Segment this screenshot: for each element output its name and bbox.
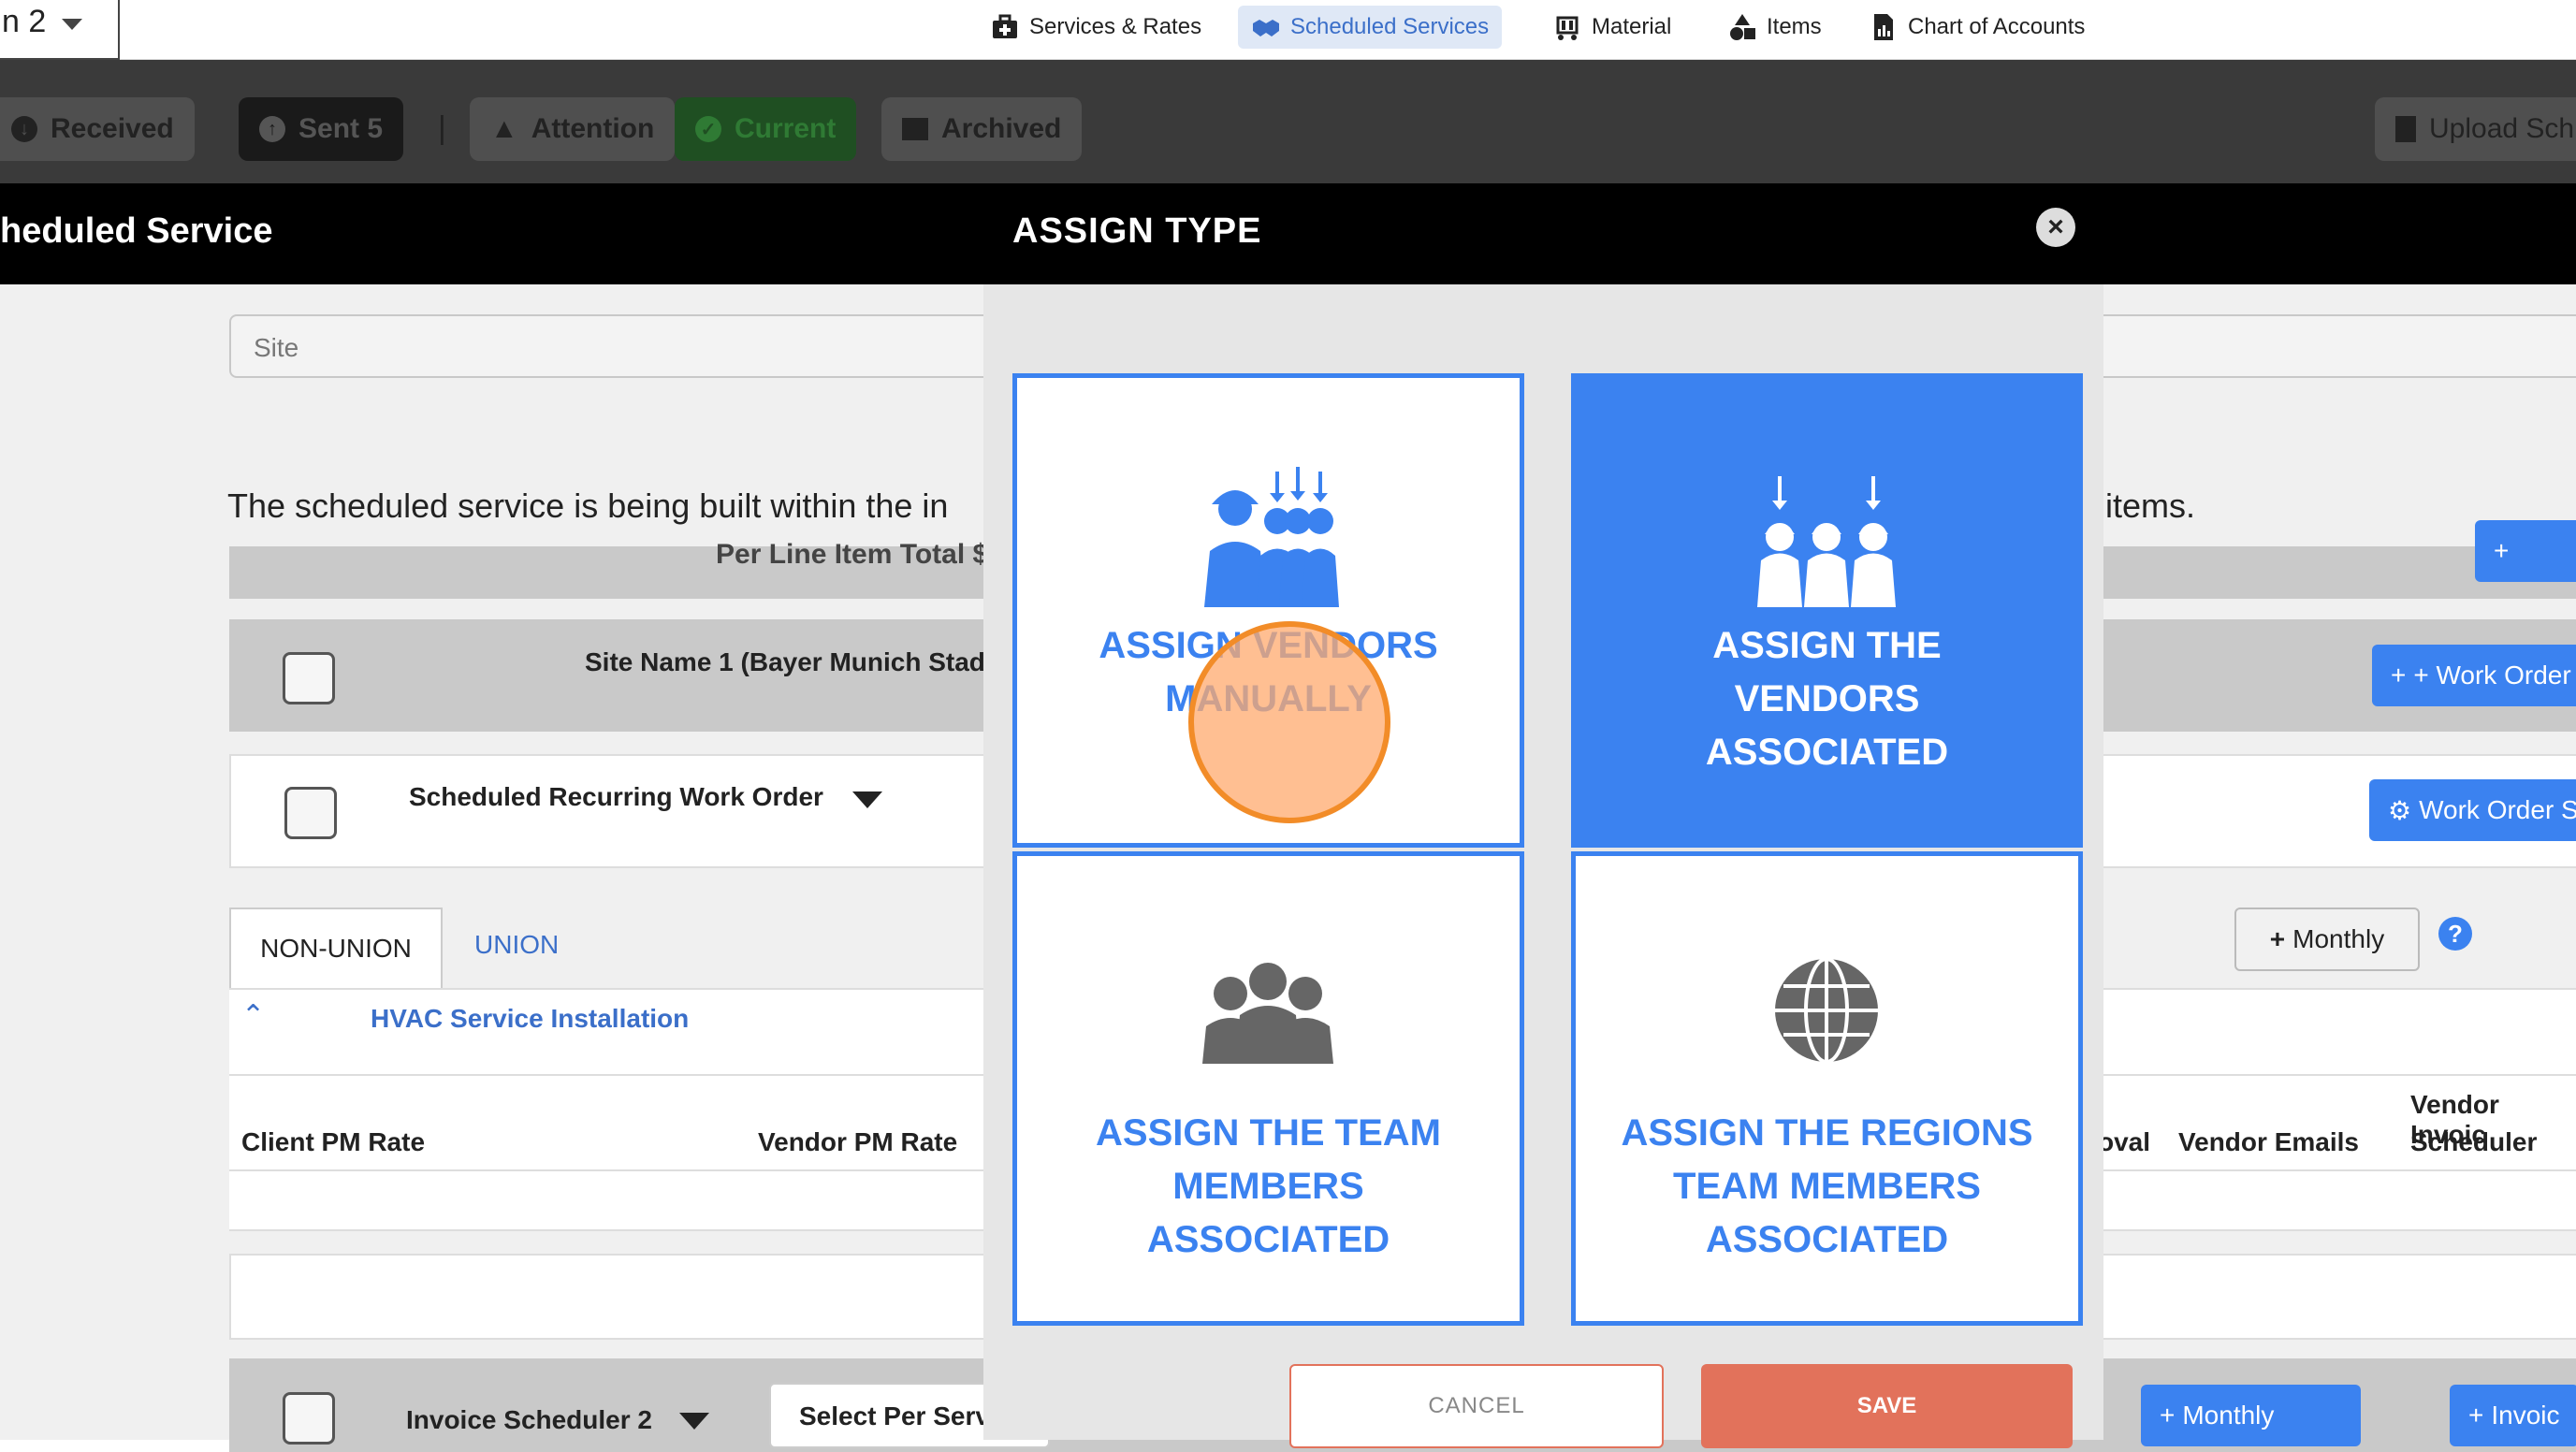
globe-icon (1775, 957, 1878, 1064)
button-label: Invoic (2491, 1401, 2560, 1430)
cancel-button[interactable]: CANCEL (1289, 1364, 1664, 1448)
site-row-checkbox[interactable] (283, 652, 335, 704)
site-row-label: Site Name 1 (Bayer Munich Stad (585, 647, 985, 676)
save-button[interactable]: SAVE (1701, 1364, 2073, 1448)
card-label-line: ASSOCIATED (1705, 732, 1949, 773)
card-label-line: ASSIGN THE REGIONS (1621, 1112, 2033, 1154)
add-monthly-button[interactable]: + Monthly (2234, 908, 2420, 971)
vendors-associated-icon (1757, 476, 1896, 607)
shapes-icon (1730, 14, 1755, 40)
gear-icon: ⚙ (2388, 795, 2412, 825)
column-scheduler: Scheduler (2410, 1127, 2538, 1156)
account-select-value: n 2 (2, 4, 47, 39)
chevron-down-icon (62, 19, 82, 30)
chevron-down-icon[interactable] (852, 791, 882, 808)
plus-icon: + (2468, 1401, 2484, 1430)
filter-received[interactable]: ↓ Received (0, 97, 195, 161)
plus-icon: + (2269, 924, 2286, 953)
nav-items[interactable]: Items (1714, 6, 1835, 49)
help-icon[interactable]: ? (2438, 917, 2472, 951)
check-icon: ✓ (695, 116, 721, 142)
add-monthly-invoice-button[interactable]: + Monthly (2141, 1385, 2361, 1446)
work-order-settings-button[interactable]: ⚙ Work Order S (2369, 779, 2576, 841)
recurring-label: Scheduled Recurring Work Order (409, 782, 823, 811)
column-client-pm-rate: Client PM Rate (241, 1127, 426, 1156)
card-label-line: VENDORS (1734, 678, 1920, 719)
filter-label: Received (51, 113, 174, 144)
download-icon: ↓ (11, 116, 37, 142)
document-chart-icon (1874, 14, 1893, 40)
upload-icon: ↑ (259, 116, 285, 142)
card-label-line: ASSOCIATED (1146, 1219, 1390, 1260)
column-vendor-pm-rate: Vendor PM Rate (758, 1127, 958, 1156)
card-label-line: MEMBERS (1172, 1166, 1364, 1207)
vendors-manual-icon (1204, 467, 1339, 607)
filter-label: Sent 5 (298, 113, 384, 144)
medical-kit-icon (993, 14, 1017, 38)
modal-header (0, 183, 2576, 284)
team-members-icon (1202, 963, 1333, 1064)
chevron-down-icon[interactable] (679, 1413, 709, 1430)
collapse-chevron-icon[interactable]: ⌃ (241, 999, 265, 1032)
button-label: Monthly (2182, 1401, 2275, 1430)
file-upload-icon (2395, 116, 2416, 142)
card-label-line: ASSIGN THE TEAM (1096, 1112, 1441, 1154)
column-approval: oval (2098, 1127, 2151, 1156)
info-text: The scheduled service is being built wit… (227, 486, 949, 525)
nav-label: Chart of Accounts (1908, 14, 2086, 39)
click-indicator (1188, 621, 1390, 823)
nav-chart-of-accounts[interactable]: Chart of Accounts (1856, 6, 2098, 49)
plus-icon: + (2160, 1401, 2176, 1430)
card-assign-team-members[interactable]: ASSIGN THE TEAM MEMBERS ASSOCIATED (1012, 851, 1524, 1326)
account-select[interactable]: n 2 (0, 0, 120, 60)
card-assign-regions-team-members[interactable]: ASSIGN THE REGIONS TEAM MEMBERS ASSOCIAT… (1571, 851, 2083, 1326)
filter-current[interactable]: ✓ Current (675, 97, 857, 161)
card-label-line: ASSIGN THE (1712, 625, 1942, 666)
card-assign-vendors-associated[interactable]: ASSIGN THE VENDORS ASSOCIATED (1571, 373, 2083, 848)
close-icon[interactable]: × (2036, 208, 2075, 247)
card-label-line: TEAM MEMBERS (1673, 1166, 1981, 1207)
button-label: Upload Sch (2429, 113, 2575, 144)
nav-label: Items (1767, 14, 1822, 39)
nav-scheduled-services[interactable]: Scheduled Services (1238, 6, 1503, 49)
upload-schedule-button[interactable]: Upload Sch (2375, 97, 2576, 161)
filter-label: Attention (531, 113, 655, 144)
filter-label: Current (735, 113, 837, 144)
nav-label: Scheduled Services (1290, 14, 1490, 39)
filter-archived[interactable]: Archived (881, 97, 1083, 161)
plus-icon: + (2494, 536, 2510, 565)
plus-icon: + (2391, 661, 2407, 690)
invoice-scheduler-label: Invoice Scheduler 2 (406, 1405, 652, 1434)
invoice-scheduler-checkbox[interactable] (283, 1392, 335, 1445)
add-site-button[interactable]: + (2475, 520, 2576, 582)
tab-non-union[interactable]: NON-UNION (229, 908, 443, 988)
modal-title: ASSIGN TYPE (1012, 211, 1262, 251)
nav-label: Services & Rates (1029, 14, 1202, 39)
filter-attention[interactable]: ▲ Attention (470, 97, 676, 161)
recurring-row-checkbox[interactable] (284, 787, 337, 839)
filter-label: Archived (941, 113, 1062, 144)
handshake-icon (1253, 20, 1279, 36)
filter-separator: | (438, 110, 446, 146)
background-modal-title: heduled Service (0, 211, 273, 251)
column-vendor-emails: Vendor Emails (2178, 1127, 2359, 1156)
filter-sent[interactable]: ↑ Sent 5 (239, 97, 404, 161)
line-item-total-label: Per Line Item Total $ (716, 539, 989, 570)
section-title[interactable]: HVAC Service Installation (371, 1004, 689, 1034)
add-invoice-button[interactable]: + Invoic (2450, 1385, 2576, 1446)
cart-icon (1556, 16, 1579, 40)
info-text-end: items. (2105, 486, 2196, 525)
nav-services-rates[interactable]: Services & Rates (977, 6, 1215, 49)
card-label-line: ASSOCIATED (1705, 1219, 1949, 1260)
button-label: + Work Order t (2413, 661, 2576, 690)
archive-icon (902, 118, 928, 140)
nav-label: Material (1592, 14, 1672, 39)
tab-union[interactable]: UNION (474, 930, 559, 960)
nav-material[interactable]: Material (1539, 6, 1684, 49)
button-label: Work Order S (2419, 795, 2576, 824)
button-label: Monthly (2292, 924, 2385, 953)
add-work-order-button[interactable]: + + Work Order t (2372, 645, 2576, 706)
warning-icon: ▲ (490, 113, 518, 144)
